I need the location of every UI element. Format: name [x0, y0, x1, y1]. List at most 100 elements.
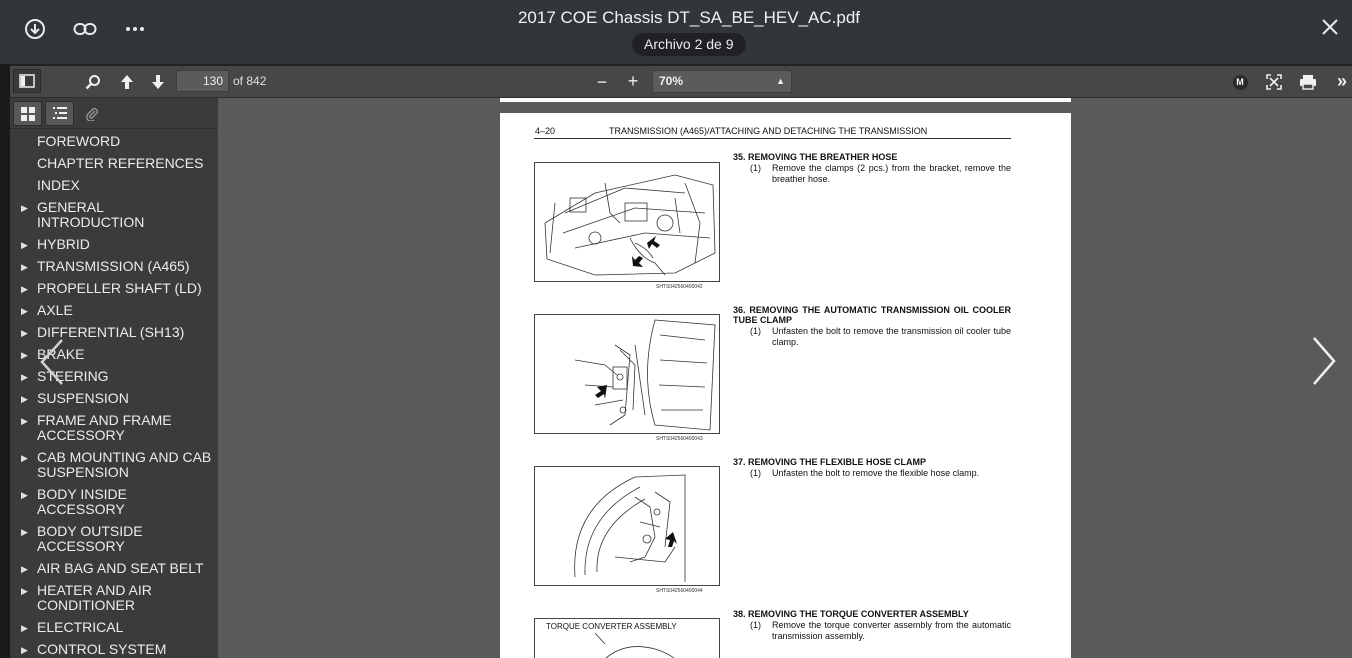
top-bar: 2017 COE Chassis DT_SA_BE_HEV_AC.pdf Arc…	[0, 0, 1352, 64]
arrow-down-icon[interactable]	[144, 70, 172, 94]
step-text: (1) Unfasten the bolt to remove the flex…	[750, 468, 1011, 479]
outline-item[interactable]: ▶ AIR BAG AND SEAT BELT	[10, 558, 218, 580]
step-title: 37. REMOVING THE FLEXIBLE HOSE CLAMP	[733, 457, 927, 467]
more-tools-button[interactable]: »	[1332, 69, 1352, 93]
presentation-mode-icon[interactable]: M	[1226, 70, 1254, 94]
pdf-viewer[interactable]: 4–20 TRANSMISSION (A465)/ATTACHING AND D…	[218, 98, 1352, 658]
chevron-right-icon[interactable]	[1310, 336, 1338, 391]
file-counter-badge: Archivo 2 de 9	[632, 33, 746, 56]
page-header-title: TRANSMISSION (A465)/ATTACHING AND DETACH…	[609, 126, 928, 136]
figure-code: SHTS042560400042	[656, 284, 703, 290]
outline-icon[interactable]	[45, 101, 74, 126]
step-text: (1) Unfasten the bolt to remove the tran…	[750, 326, 1011, 348]
expand-arrow-icon[interactable]: ▶	[21, 414, 28, 429]
expand-arrow-icon[interactable]: ▶	[21, 348, 28, 363]
zoom-out-button[interactable]: −	[588, 70, 616, 94]
step-substep-number: (1)	[750, 468, 761, 478]
expand-arrow-icon[interactable]: ▶	[21, 304, 28, 319]
outline-item-label: BODY OUTSIDE ACCESSORY	[37, 523, 143, 554]
outline-item-label: PROPELLER SHAFT (LD)	[37, 280, 202, 296]
step-text: (1) Remove the clamps (2 pcs.) from the …	[750, 163, 1011, 185]
outline-item[interactable]: INDEX	[10, 175, 218, 197]
outline-item-label: INDEX	[37, 177, 80, 193]
expand-arrow-icon[interactable]: ▶	[21, 525, 28, 540]
page-header: 4–20 TRANSMISSION (A465)/ATTACHING AND D…	[534, 126, 1011, 139]
print-icon[interactable]	[1294, 70, 1322, 94]
step-substep-text: Unfasten the bolt to remove the flexible…	[772, 468, 980, 478]
zoom-in-button[interactable]: +	[619, 69, 647, 93]
figure-flexible-hose-clamp	[534, 466, 720, 586]
outline-item[interactable]: ▶ BODY INSIDE ACCESSORY	[10, 484, 218, 521]
outline-item[interactable]: ▶ CONTROL SYSTEM	[10, 639, 218, 658]
outline-item-label: AIR BAG AND SEAT BELT	[37, 560, 204, 576]
outline-item[interactable]: ▶ PROPELLER SHAFT (LD)	[10, 278, 218, 300]
outline-item[interactable]: ▶ BODY OUTSIDE ACCESSORY	[10, 521, 218, 558]
outline-item[interactable]: ▶ GENERAL INTRODUCTION	[10, 197, 218, 234]
arrow-up-icon[interactable]	[113, 70, 141, 94]
outline-item-label: GENERAL INTRODUCTION	[37, 199, 145, 230]
outline-item[interactable]: ▶ SUSPENSION	[10, 388, 218, 410]
expand-arrow-icon[interactable]: ▶	[21, 201, 28, 216]
document-outline: FOREWORD CHAPTER REFERENCES INDEX ▶ GENERAL …	[10, 129, 218, 658]
figure-oil-cooler-tube-clamp	[534, 314, 720, 434]
outline-item-label: ELECTRICAL	[37, 619, 124, 635]
pdf-toolbar: 130 of 842 − + 70% ▲▼ M »	[10, 64, 1352, 107]
outline-item-label: BODY INSIDE ACCESSORY	[37, 486, 127, 517]
step-substep-number: (1)	[750, 326, 761, 336]
expand-arrow-icon[interactable]: ▶	[21, 326, 28, 341]
expand-arrow-icon[interactable]: ▶	[21, 238, 28, 253]
outline-item[interactable]: CHAPTER REFERENCES	[10, 153, 218, 175]
expand-arrow-icon[interactable]: ▶	[21, 562, 28, 577]
outline-item-label: HEATER AND AIR CONDITIONER	[37, 582, 152, 613]
page-count-label: of 842	[233, 74, 267, 88]
figure-code: SHTS042560400044	[656, 588, 703, 594]
outline-item-label: FRAME AND FRAME ACCESSORY	[37, 412, 172, 443]
thumbnails-icon[interactable]	[13, 101, 42, 126]
previous-page-edge	[500, 98, 1071, 102]
outline-item-label: TRANSMISSION (A465)	[37, 258, 190, 274]
zoom-select[interactable]: 70% ▲▼	[652, 70, 792, 107]
search-icon[interactable]	[79, 70, 107, 94]
close-icon[interactable]	[1320, 17, 1344, 41]
expand-arrow-icon[interactable]: ▶	[21, 584, 28, 599]
step-substep-number: (1)	[750, 163, 761, 173]
step-text: (1) Remove the torque converter assembly…	[750, 620, 1011, 642]
step-title: 36. REMOVING THE AUTOMATIC TRANSMISSION …	[733, 305, 1011, 325]
step-substep-number: (1)	[750, 620, 761, 630]
outline-item-label: CHAPTER REFERENCES	[37, 155, 204, 171]
sidebar-tabs	[10, 98, 218, 129]
outline-item[interactable]: ▶ HEATER AND AIR CONDITIONER	[10, 580, 218, 617]
expand-arrow-icon[interactable]: ▶	[21, 621, 28, 636]
sidebar-toggle-icon[interactable]	[13, 69, 41, 93]
outline-item[interactable]: ▶ AXLE	[10, 300, 218, 322]
outline-item[interactable]: ▶ TRANSMISSION (A465)	[10, 256, 218, 278]
expand-arrow-icon[interactable]: ▶	[21, 392, 28, 407]
outline-item-label: AXLE	[37, 302, 73, 318]
outline-item[interactable]: ▶ ELECTRICAL	[10, 617, 218, 639]
page-number-input[interactable]: 130	[176, 70, 229, 92]
mode-letter: M	[1232, 74, 1248, 90]
step-title: 35. REMOVING THE BREATHER HOSE	[733, 152, 898, 162]
expand-arrow-icon[interactable]: ▶	[21, 370, 28, 385]
outline-item[interactable]: ▶ FRAME AND FRAME ACCESSORY	[10, 410, 218, 447]
chevron-left-icon[interactable]	[38, 338, 66, 391]
document-title: 2017 COE Chassis DT_SA_BE_HEV_AC.pdf	[517, 8, 861, 27]
expand-arrow-icon[interactable]: ▶	[21, 451, 28, 466]
outline-item-label: SUSPENSION	[37, 390, 129, 406]
outline-item-label: CONTROL SYSTEM	[37, 641, 167, 657]
fullscreen-icon[interactable]	[1260, 70, 1288, 94]
step-title: 38. REMOVING THE TORQUE CONVERTER ASSEMB…	[733, 609, 969, 619]
paperclip-icon[interactable]	[77, 101, 106, 126]
expand-arrow-icon[interactable]: ▶	[21, 282, 28, 297]
step-substep-text: Remove the clamps (2 pcs.) from the brac…	[772, 163, 1011, 184]
outline-item-label: CAB MOUNTING AND CAB SUSPENSION	[37, 449, 212, 480]
expand-arrow-icon[interactable]: ▶	[21, 488, 28, 503]
outline-item[interactable]: ▶ HYBRID	[10, 234, 218, 256]
figure-torque-converter: TORQUE CONVERTER ASSEMBLY	[534, 618, 720, 658]
outline-item[interactable]: FOREWORD	[10, 131, 218, 153]
outline-item-label: FOREWORD	[37, 133, 121, 149]
expand-arrow-icon[interactable]: ▶	[21, 643, 28, 658]
outline-item[interactable]: ▶ CAB MOUNTING AND CAB SUSPENSION	[10, 447, 218, 484]
zoom-value: 70%	[659, 74, 684, 88]
expand-arrow-icon[interactable]: ▶	[21, 260, 28, 275]
